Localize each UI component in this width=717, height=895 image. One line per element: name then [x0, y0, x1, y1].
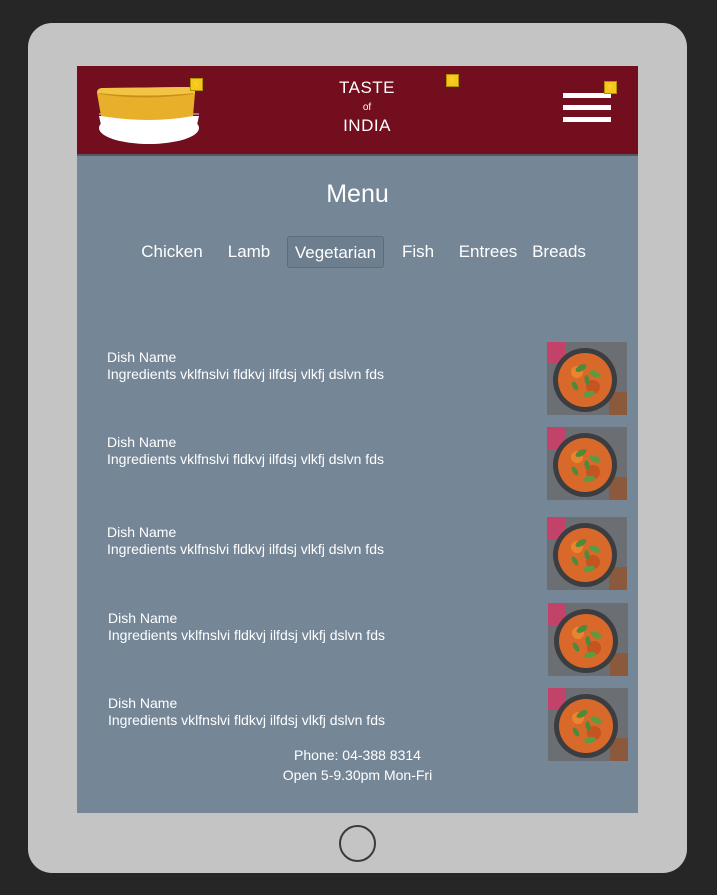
dish-item[interactable]: Dish Name Ingredients vklfnslvi fldkvj i…: [108, 603, 628, 677]
dish-ingredients: Ingredients vklfnslvi fldkvj ilfdsj vlkf…: [107, 451, 384, 467]
lightning-icon: ⚡: [604, 81, 617, 94]
tab-breads[interactable]: Breads: [529, 236, 589, 268]
dish-ingredients: Ingredients vklfnslvi fldkvj ilfdsj vlkf…: [107, 366, 384, 382]
dish-name: Dish Name: [108, 695, 178, 711]
menu-bar: [563, 105, 611, 110]
dish-item[interactable]: Dish Name Ingredients vklfnslvi fldkvj i…: [107, 517, 627, 591]
tab-lamb[interactable]: Lamb: [223, 236, 275, 268]
tab-chicken[interactable]: Chicken: [135, 236, 209, 268]
dish-photo: [547, 517, 627, 590]
screen: ⚡ TASTE of INDIA ⚡ ⚡ Menu Chicken Lamb V…: [77, 66, 638, 813]
dish-ingredients: Ingredients vklfnslvi fldkvj ilfdsj vlkf…: [107, 541, 384, 557]
dish-ingredients: Ingredients vklfnslvi fldkvj ilfdsj vlkf…: [108, 627, 385, 643]
page-title: Menu: [326, 180, 389, 208]
tab-entrees[interactable]: Entrees: [455, 236, 521, 268]
lightning-icon: ⚡: [190, 78, 203, 91]
home-button[interactable]: [339, 825, 376, 862]
dish-ingredients: Ingredients vklfnslvi fldkvj ilfdsj vlkf…: [108, 712, 385, 728]
phone-number[interactable]: Phone: 04-388 8314: [77, 745, 638, 765]
opening-hours: Open 5-9.30pm Mon-Fri: [282, 767, 433, 783]
dish-name: Dish Name: [108, 610, 178, 626]
dish-item[interactable]: Dish Name Ingredients vklfnslvi fldkvj i…: [107, 342, 627, 416]
header: ⚡ TASTE of INDIA ⚡ ⚡: [77, 66, 638, 156]
category-tabs: Chicken Lamb Vegetarian Fish Entrees Bre…: [77, 236, 638, 270]
brand-line-2: of: [362, 102, 372, 113]
food-container-icon[interactable]: [95, 76, 203, 148]
footer: Phone: 04-388 8314 Open 5-9.30pm Mon-Fri: [77, 745, 638, 785]
brand-line-3: INDIA: [343, 116, 391, 135]
dish-name: Dish Name: [107, 349, 177, 365]
dish-photo: [547, 342, 627, 415]
hamburger-menu-icon[interactable]: [563, 93, 611, 125]
tablet-frame: ⚡ TASTE of INDIA ⚡ ⚡ Menu Chicken Lamb V…: [28, 23, 687, 873]
tab-fish[interactable]: Fish: [396, 236, 440, 268]
menu-bar: [563, 117, 611, 122]
lightning-icon: ⚡: [446, 74, 459, 87]
dish-item[interactable]: Dish Name Ingredients vklfnslvi fldkvj i…: [107, 427, 627, 501]
dish-photo: [548, 603, 628, 676]
brand-line-1: TASTE: [338, 78, 396, 97]
dish-name: Dish Name: [107, 524, 177, 540]
dish-photo: [547, 427, 627, 500]
dish-name: Dish Name: [107, 434, 177, 450]
tab-vegetarian[interactable]: Vegetarian: [287, 236, 384, 268]
brand-title: TASTE of INDIA: [317, 78, 417, 136]
